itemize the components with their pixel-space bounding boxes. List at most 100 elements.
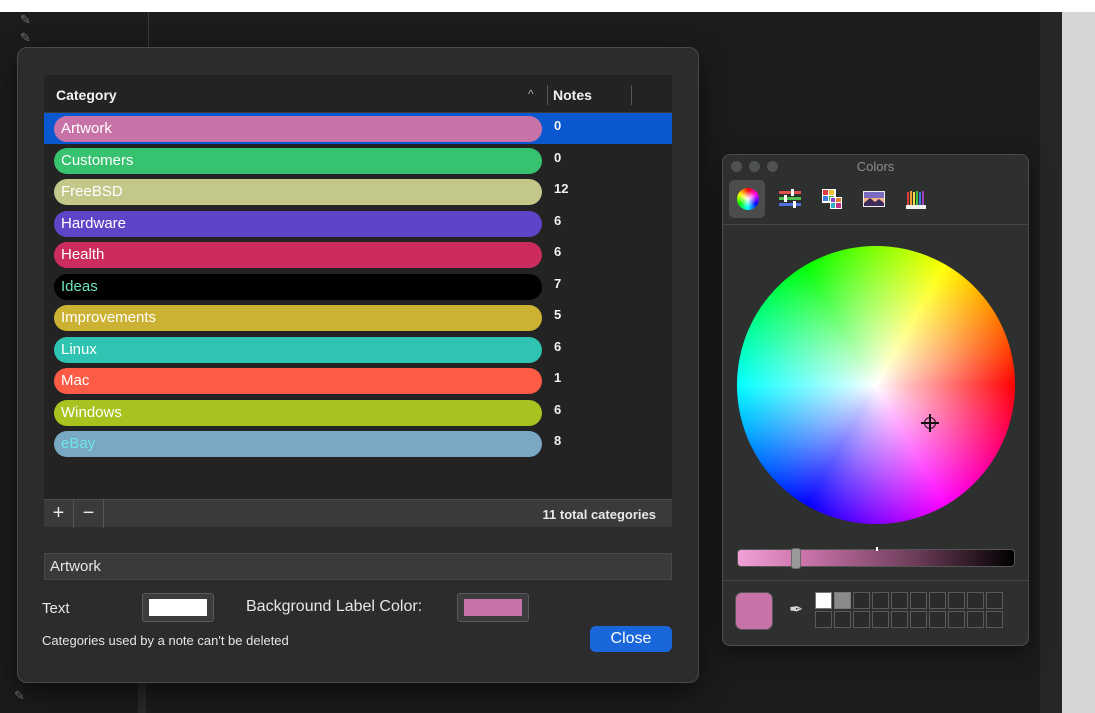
notes-count: 7 bbox=[554, 275, 562, 291]
table-row[interactable]: Linux 6 bbox=[44, 334, 672, 365]
color-palettes-tab[interactable] bbox=[813, 180, 849, 218]
swatch-cell[interactable] bbox=[910, 611, 927, 628]
eyedropper-icon[interactable]: ✒ bbox=[789, 600, 803, 620]
delete-hint-text: Categories used by a note can't be delet… bbox=[42, 633, 289, 648]
notes-count: 0 bbox=[554, 149, 562, 165]
swatch-cell[interactable] bbox=[834, 611, 851, 628]
notes-count: 0 bbox=[554, 118, 562, 133]
notes-count: 6 bbox=[554, 338, 562, 354]
categories-table: Category ^ Notes Artwork 0 Customers 0 FreeB… bbox=[44, 75, 672, 499]
pencil-icon: ✎ bbox=[14, 688, 25, 703]
swatch-grid bbox=[815, 592, 1010, 629]
swatch-cell[interactable] bbox=[891, 592, 908, 609]
pencils-tab[interactable] bbox=[897, 180, 933, 218]
color-wheel-tab[interactable] bbox=[729, 180, 765, 218]
category-name-field[interactable]: Artwork bbox=[44, 553, 672, 580]
pencils-icon bbox=[906, 191, 926, 209]
swatch-cell[interactable] bbox=[929, 592, 946, 609]
colors-title: Colors bbox=[856, 159, 895, 174]
background-column-divider bbox=[148, 12, 149, 52]
notes-count: 6 bbox=[554, 244, 562, 259]
brightness-slider[interactable] bbox=[737, 547, 1015, 569]
swatch-cell[interactable] bbox=[986, 592, 1003, 609]
current-color-swatch[interactable] bbox=[735, 592, 773, 630]
table-row[interactable]: Improvements 5 bbox=[44, 302, 672, 333]
notes-count: 6 bbox=[554, 401, 562, 417]
swatch-cell[interactable] bbox=[872, 592, 889, 609]
pencil-icon: ✎ bbox=[20, 12, 31, 27]
column-divider[interactable] bbox=[547, 85, 548, 105]
pencil-icon: ✎ bbox=[20, 30, 31, 45]
swatch-cell[interactable] bbox=[815, 611, 832, 628]
table-row[interactable]: Ideas 7 bbox=[44, 271, 672, 302]
column-header-category[interactable]: Category bbox=[56, 87, 117, 103]
total-categories-label: 11 total categories bbox=[542, 507, 656, 522]
background-window-light-edge bbox=[1062, 12, 1095, 713]
color-wheel[interactable] bbox=[737, 246, 1015, 524]
colors-divider bbox=[723, 580, 1028, 581]
table-row[interactable]: Windows 6 bbox=[44, 397, 672, 428]
text-color-swatch bbox=[149, 599, 207, 616]
image-palettes-tab[interactable] bbox=[855, 180, 891, 218]
notes-count: 6 bbox=[554, 212, 562, 228]
swatch-cell[interactable] bbox=[815, 592, 832, 609]
background-column-divider-bottom bbox=[138, 682, 146, 713]
table-header: Category ^ Notes bbox=[44, 75, 672, 113]
swatch-cell[interactable] bbox=[891, 611, 908, 628]
text-color-well[interactable] bbox=[142, 593, 214, 622]
color-wheel-crosshair[interactable] bbox=[921, 414, 939, 432]
table-row[interactable]: Artwork 0 bbox=[44, 113, 672, 144]
swatch-cell[interactable] bbox=[834, 592, 851, 609]
brightness-slider-knob[interactable] bbox=[791, 548, 802, 569]
notes-count: 1 bbox=[554, 370, 562, 385]
table-row[interactable]: eBay 8 bbox=[44, 428, 672, 459]
color-sliders-icon bbox=[779, 189, 801, 208]
category-label-pill: Artwork bbox=[54, 116, 542, 142]
background-color-well[interactable] bbox=[457, 593, 529, 622]
category-label-pill: Health bbox=[54, 242, 542, 268]
color-wheel-icon bbox=[737, 188, 759, 210]
close-button[interactable]: Close bbox=[590, 626, 672, 652]
table-row[interactable]: Hardware 6 bbox=[44, 208, 672, 239]
category-label-pill: Improvements bbox=[54, 305, 542, 331]
swatch-cell[interactable] bbox=[853, 611, 870, 628]
category-label-pill: eBay bbox=[54, 431, 542, 457]
color-sliders-tab[interactable] bbox=[771, 180, 807, 218]
notes-count: 12 bbox=[554, 181, 569, 196]
desktop-top-strip bbox=[0, 0, 1095, 12]
table-footer: + − 11 total categories bbox=[44, 499, 672, 528]
colors-panel: Colors ✒ bbox=[722, 154, 1029, 646]
background-color-label: Background Label Color: bbox=[246, 598, 423, 615]
swatch-cell[interactable] bbox=[910, 592, 927, 609]
color-palettes-icon bbox=[822, 189, 842, 209]
colors-titlebar[interactable]: Colors bbox=[723, 155, 1028, 177]
table-row[interactable]: Customers 0 bbox=[44, 145, 672, 176]
swatch-cell[interactable] bbox=[948, 592, 965, 609]
swatch-cell[interactable] bbox=[986, 611, 1003, 628]
category-label-pill: Windows bbox=[54, 399, 542, 426]
swatch-cell[interactable] bbox=[967, 611, 984, 628]
category-label-pill: Hardware bbox=[54, 210, 542, 237]
image-palette-icon bbox=[863, 191, 885, 207]
category-label-pill: Mac bbox=[54, 368, 542, 394]
table-row[interactable]: FreeBSD 12 bbox=[44, 176, 672, 207]
swatch-cell[interactable] bbox=[967, 592, 984, 609]
remove-category-button[interactable]: − bbox=[74, 500, 104, 528]
add-category-button[interactable]: + bbox=[44, 500, 74, 528]
swatch-cell[interactable] bbox=[929, 611, 946, 628]
text-color-label: Text bbox=[42, 600, 70, 617]
brightness-slider-tick bbox=[876, 547, 878, 551]
sort-ascending-icon: ^ bbox=[528, 87, 534, 101]
table-row[interactable]: Health 6 bbox=[44, 239, 672, 270]
swatch-cell[interactable] bbox=[948, 611, 965, 628]
notes-count: 8 bbox=[554, 433, 562, 448]
column-divider[interactable] bbox=[631, 85, 632, 105]
category-label-pill: Ideas bbox=[54, 273, 542, 300]
swatch-cell[interactable] bbox=[853, 592, 870, 609]
category-label-pill: Customers bbox=[54, 147, 542, 174]
column-header-notes[interactable]: Notes bbox=[553, 87, 592, 103]
category-label-pill: Linux bbox=[54, 336, 542, 363]
swatch-cell[interactable] bbox=[872, 611, 889, 628]
table-row[interactable]: Mac 1 bbox=[44, 365, 672, 396]
colors-toolbar bbox=[723, 177, 1028, 225]
